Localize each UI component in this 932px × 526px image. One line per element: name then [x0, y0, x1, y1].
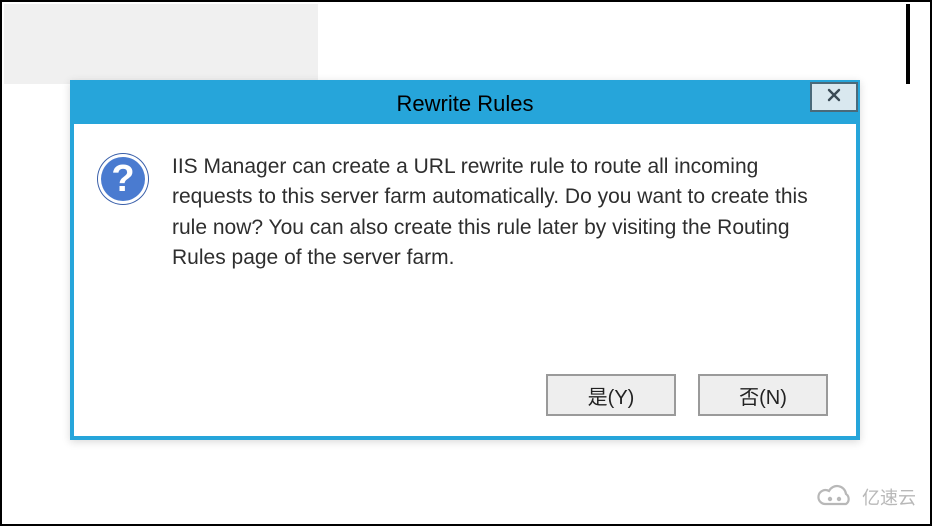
dialog-icon-column: ? — [98, 152, 152, 274]
yes-button[interactable]: 是(Y) — [546, 374, 676, 416]
background-divider — [906, 4, 910, 84]
dialog-body: ? IIS Manager can create a URL rewrite r… — [74, 124, 856, 290]
watermark-text: 亿速云 — [862, 484, 916, 510]
rewrite-rules-dialog: Rewrite Rules ? IIS Manager can create a… — [70, 80, 860, 440]
cloud-icon — [814, 484, 856, 510]
close-icon — [827, 88, 841, 107]
dialog-button-row: 是(Y) 否(N) — [546, 374, 828, 416]
question-icon: ? — [98, 154, 148, 204]
no-button[interactable]: 否(N) — [698, 374, 828, 416]
app-frame: Rewrite Rules ? IIS Manager can create a… — [0, 0, 932, 526]
dialog-message: IIS Manager can create a URL rewrite rul… — [172, 152, 832, 274]
dialog-title: Rewrite Rules — [397, 91, 534, 117]
watermark: 亿速云 — [814, 484, 916, 510]
dialog-titlebar[interactable]: Rewrite Rules — [74, 84, 856, 124]
background-panel — [4, 4, 318, 84]
close-button[interactable] — [810, 82, 858, 112]
